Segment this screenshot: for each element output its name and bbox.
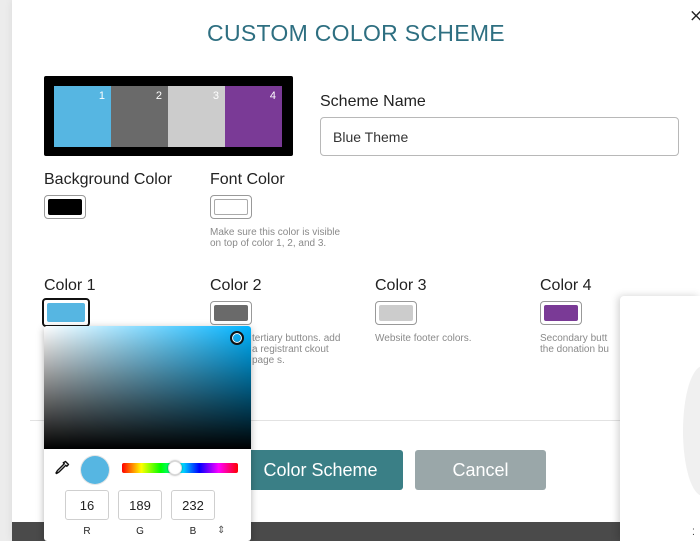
font-color-label: Font Color [210, 171, 285, 188]
color-4-swatch[interactable] [540, 301, 582, 325]
color-1-label: Color 1 [44, 277, 96, 294]
preview-segment-1: 1 [54, 86, 111, 147]
preview-segment-3: 3 [168, 86, 225, 147]
color-2-hint: tertiary buttons. add a registrant ckout… [252, 333, 341, 366]
scheme-name-input[interactable] [320, 117, 679, 156]
color-1-swatch[interactable] [42, 298, 90, 327]
color-3-swatch[interactable] [375, 301, 417, 325]
preview-segment-4: 4 [225, 86, 282, 147]
color-picker-popover: R G B ⇕ [44, 326, 251, 541]
color-3-hint: Website footer colors. [375, 333, 472, 344]
scheme-name-label: Scheme Name [320, 93, 426, 110]
red-input[interactable] [65, 490, 109, 520]
color-mode-toggle-icon[interactable]: ⇕ [217, 525, 225, 536]
background-color-fill [48, 199, 82, 215]
color-2-label: Color 2 [210, 277, 262, 294]
red-label: R [83, 526, 91, 537]
font-color-swatch[interactable] [210, 195, 252, 219]
scheme-preview: 1 2 3 4 [44, 76, 293, 156]
color-4-fill [544, 305, 578, 321]
saturation-value-area[interactable] [44, 326, 251, 449]
modal-title: CUSTOM COLOR SCHEME [207, 20, 505, 46]
font-color-fill [214, 199, 248, 215]
color-3-label: Color 3 [375, 277, 427, 294]
save-color-scheme-button[interactable]: Color Scheme [238, 450, 403, 490]
background-color-label: Background Color [44, 171, 173, 188]
blue-input[interactable] [171, 490, 215, 520]
color-2-swatch[interactable] [210, 301, 252, 325]
cancel-button[interactable]: Cancel [415, 450, 546, 490]
blue-label: B [189, 526, 197, 537]
eyedropper-icon[interactable] [54, 460, 70, 476]
font-color-hint: Make sure this color is visible on top o… [210, 227, 341, 249]
side-panel-indicator: ⁚ [692, 527, 695, 537]
color-3-fill [379, 305, 413, 321]
green-input[interactable] [118, 490, 162, 520]
color-1-fill [47, 303, 85, 322]
color-2-fill [214, 305, 248, 321]
color-4-label: Color 4 [540, 277, 592, 294]
color-4-hint: Secondary butt the donation bu [540, 333, 609, 355]
green-label: G [136, 526, 144, 537]
hue-slider-handle[interactable] [168, 461, 182, 475]
saturation-cursor[interactable] [230, 331, 244, 345]
current-color-preview [81, 456, 109, 484]
background-color-swatch[interactable] [44, 195, 86, 219]
preview-segment-2: 2 [111, 86, 168, 147]
